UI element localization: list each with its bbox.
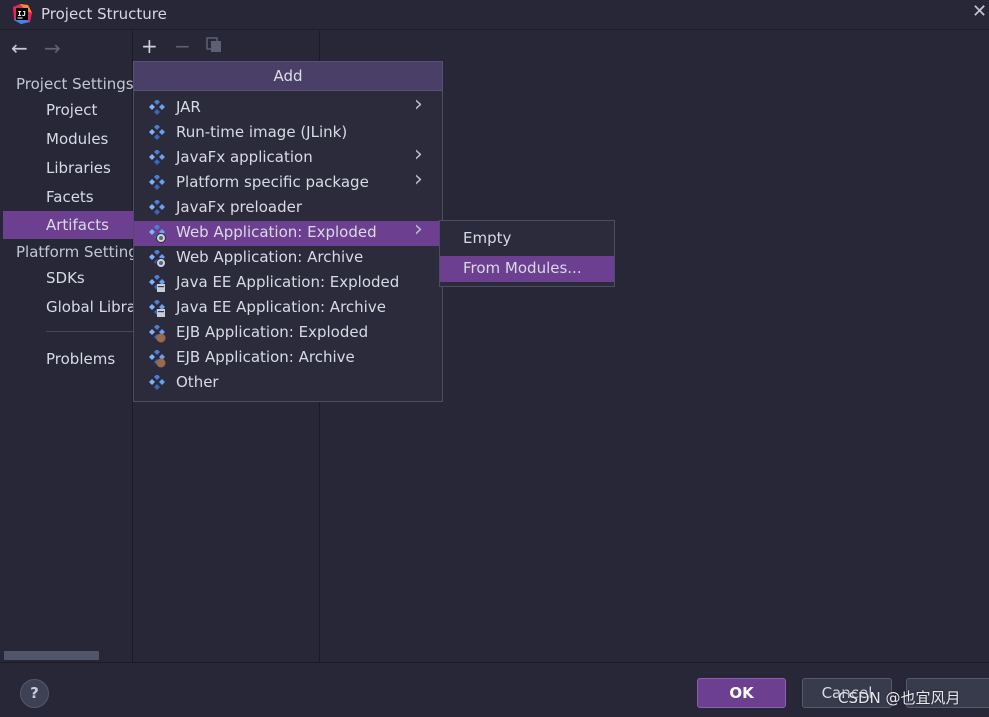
sidebar-item-modules[interactable]: Modules <box>46 130 108 148</box>
chevron-right-icon: › <box>414 142 423 167</box>
remove-icon[interactable]: − <box>174 34 191 58</box>
submenu-item-from-modules[interactable]: From Modules... <box>440 256 614 282</box>
add-menu-item-label: EJB Application: Archive <box>176 348 355 366</box>
add-menu-item-web-application-archive[interactable]: Web Application: Archive <box>134 246 442 271</box>
ejb-artifact-icon <box>148 349 166 368</box>
add-menu-item-label: Web Application: Archive <box>176 248 364 266</box>
add-menu-item-java-ee-application-archive[interactable]: Java EE Application: Archive <box>134 296 442 321</box>
artifact-diamond-icon <box>148 124 166 143</box>
sidebar-item-problems[interactable]: Problems <box>46 350 115 368</box>
add-menu-item-label: Java EE Application: Archive <box>176 298 386 316</box>
intellij-logo-icon: IJ <box>13 4 32 24</box>
javaee-artifact-icon <box>148 274 166 293</box>
horizontal-scrollbar[interactable] <box>4 651 99 660</box>
add-menu-item-label: Other <box>176 373 219 391</box>
artifact-diamond-icon <box>148 149 166 168</box>
ejb-artifact-icon <box>148 324 166 343</box>
artifact-diamond-icon <box>148 174 166 193</box>
artifact-diamond-icon <box>148 374 166 393</box>
forward-arrow-icon[interactable]: → <box>44 36 61 60</box>
sidebar-item-facets[interactable]: Facets <box>46 188 94 206</box>
add-menu-item-label: JavaFx preloader <box>176 198 302 216</box>
add-menu-item-label: JavaFx application <box>176 148 313 166</box>
sidebar-divider <box>46 331 133 332</box>
watermark: CSDN @也宜风月 <box>838 689 961 707</box>
help-button[interactable]: ? <box>20 679 49 708</box>
add-menu-item-label: Platform specific package <box>176 173 369 191</box>
add-menu-item-label: EJB Application: Exploded <box>176 323 369 341</box>
chevron-right-icon: › <box>414 167 423 192</box>
back-arrow-icon[interactable]: ← <box>11 36 28 60</box>
add-menu-item-label: Web Application: Exploded <box>176 223 377 241</box>
window-title: Project Structure <box>41 5 167 23</box>
copy-icon[interactable] <box>206 37 222 53</box>
sidebar-item-sdks[interactable]: SDKs <box>46 269 85 287</box>
platform-settings-heading: Platform Settings <box>16 243 146 261</box>
add-menu-item-label: JAR <box>176 98 201 116</box>
add-menu-item-java-ee-application-exploded[interactable]: Java EE Application: Exploded <box>134 271 442 296</box>
add-menu-item-run-time-image-jlink[interactable]: Run-time image (JLink) <box>134 121 442 146</box>
add-menu-item-platform-specific-package[interactable]: Platform specific package › <box>134 167 442 196</box>
add-menu-item-ejb-application-exploded[interactable]: EJB Application: Exploded <box>134 321 442 346</box>
project-settings-heading: Project Settings <box>16 75 134 93</box>
add-menu-item-web-application-exploded[interactable]: Web Application: Exploded › <box>134 217 442 246</box>
add-menu-item-label: Java EE Application: Exploded <box>176 273 400 291</box>
chevron-right-icon: › <box>414 217 423 242</box>
submenu-item-empty[interactable]: Empty <box>440 226 614 252</box>
javaee-artifact-icon <box>148 299 166 318</box>
svg-text:IJ: IJ <box>18 10 26 18</box>
sidebar-item-libraries[interactable]: Libraries <box>46 159 111 177</box>
submenu-item-label: Empty <box>463 229 512 247</box>
add-menu-item-javafx-preloader[interactable]: JavaFx preloader <box>134 196 442 221</box>
add-menu-item-label: Run-time image (JLink) <box>176 123 348 141</box>
web-artifact-icon <box>148 224 166 243</box>
sidebar-item-artifacts[interactable]: Artifacts <box>46 216 109 234</box>
web-artifact-icon <box>148 249 166 268</box>
add-menu-item-other[interactable]: Other <box>134 371 442 396</box>
artifact-diamond-icon <box>148 199 166 218</box>
chevron-right-icon: › <box>414 92 423 117</box>
add-icon[interactable]: + <box>141 34 158 58</box>
artifact-diamond-icon <box>148 99 166 118</box>
add-menu-item-javafx-application[interactable]: JavaFx application › <box>134 142 442 171</box>
sidebar-item-project[interactable]: Project <box>46 101 97 119</box>
add-menu-item-ejb-application-archive[interactable]: EJB Application: Archive <box>134 346 442 371</box>
add-popup-header: Add <box>133 61 443 91</box>
add-menu-item-jar[interactable]: JAR › <box>134 92 442 121</box>
submenu-item-label: From Modules... <box>463 259 582 277</box>
ok-button[interactable]: OK <box>697 678 786 708</box>
add-popup-title: Add <box>273 67 303 85</box>
sidebar <box>0 31 133 662</box>
close-icon[interactable]: ✕ <box>972 1 987 22</box>
